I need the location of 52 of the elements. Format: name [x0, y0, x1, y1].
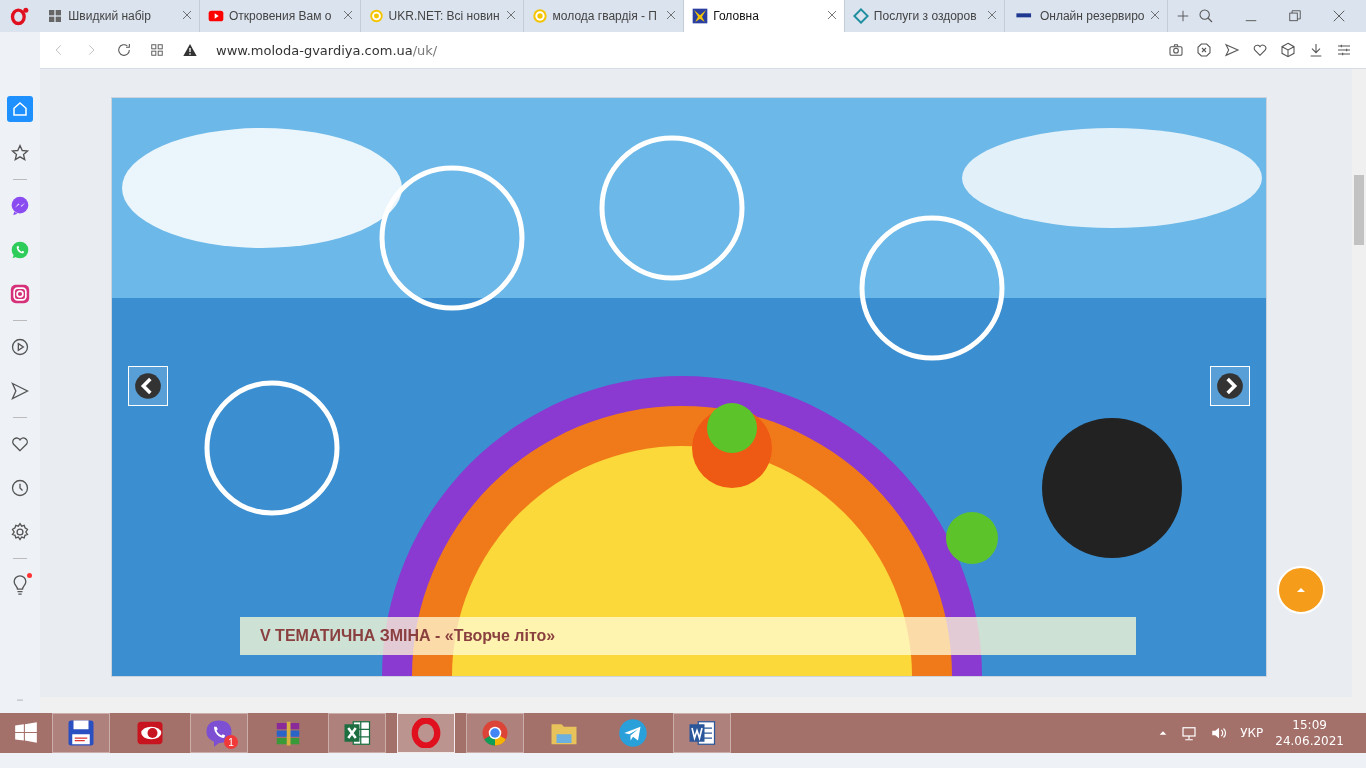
close-icon[interactable] — [181, 8, 193, 21]
close-icon[interactable] — [825, 8, 838, 21]
vertical-scrollbar[interactable] — [1352, 69, 1366, 713]
close-icon[interactable] — [504, 8, 517, 21]
browser-tab[interactable]: Головна — [684, 0, 845, 32]
clock-date[interactable]: 24.06.2021 — [1275, 734, 1344, 748]
search-icon[interactable] — [1198, 8, 1214, 24]
tiles-icon[interactable] — [150, 43, 164, 57]
send-icon[interactable] — [1224, 42, 1240, 58]
chevron-left-icon — [134, 372, 162, 400]
chevron-right-icon — [1216, 372, 1244, 400]
close-icon[interactable] — [341, 8, 354, 21]
paper-plane-icon[interactable] — [618, 718, 648, 748]
previous-button[interactable] — [128, 366, 168, 406]
network-icon[interactable] — [1180, 724, 1199, 742]
star-logo-icon — [692, 8, 709, 24]
close-icon[interactable] — [1332, 9, 1346, 23]
windows-start-icon[interactable] — [13, 720, 39, 746]
download-icon[interactable] — [1308, 42, 1324, 58]
close-icon[interactable] — [1149, 8, 1162, 21]
reload-icon[interactable] — [116, 42, 132, 58]
taskbar-app[interactable]: 1 — [190, 713, 248, 753]
warning-icon[interactable] — [182, 42, 198, 58]
close-icon[interactable] — [986, 8, 999, 21]
diamond-icon — [852, 8, 869, 24]
taskbar-app[interactable] — [397, 713, 455, 753]
phone-bubble-icon[interactable] — [204, 718, 234, 748]
wheel-icon[interactable] — [480, 718, 510, 748]
horizontal-scrollbar[interactable] — [40, 697, 1352, 713]
browser-logo-icon[interactable] — [9, 6, 30, 26]
document-icon[interactable] — [687, 718, 717, 748]
coin-icon — [531, 8, 548, 24]
heart-icon[interactable] — [1252, 42, 1268, 58]
settings-sliders-icon[interactable] — [1336, 42, 1352, 58]
play-icon — [208, 8, 224, 24]
blocker-icon[interactable] — [1196, 42, 1212, 58]
restore-icon[interactable] — [1288, 9, 1302, 23]
keyboard-language[interactable]: УКР — [1240, 726, 1264, 740]
close-icon[interactable] — [665, 8, 678, 21]
cube-icon[interactable] — [1280, 42, 1296, 58]
address-field[interactable]: www.moloda-gvardiya.com.ua/uk/ — [216, 42, 438, 58]
camera-icon[interactable] — [1168, 42, 1184, 58]
clock-time[interactable]: 15:09 — [1292, 718, 1327, 732]
taskbar-app[interactable] — [52, 713, 110, 753]
taskbar-app[interactable] — [673, 713, 731, 753]
notification-badge: 1 — [224, 735, 238, 749]
slide-caption: V ТЕМАТИЧНА ЗМІНА - «Творче літо» — [260, 627, 556, 645]
grid-icon — [47, 8, 64, 24]
next-button[interactable] — [1210, 366, 1250, 406]
taskbar-app[interactable] — [328, 713, 386, 753]
coin-icon — [368, 8, 384, 24]
spreadsheet-icon[interactable] — [342, 718, 372, 748]
